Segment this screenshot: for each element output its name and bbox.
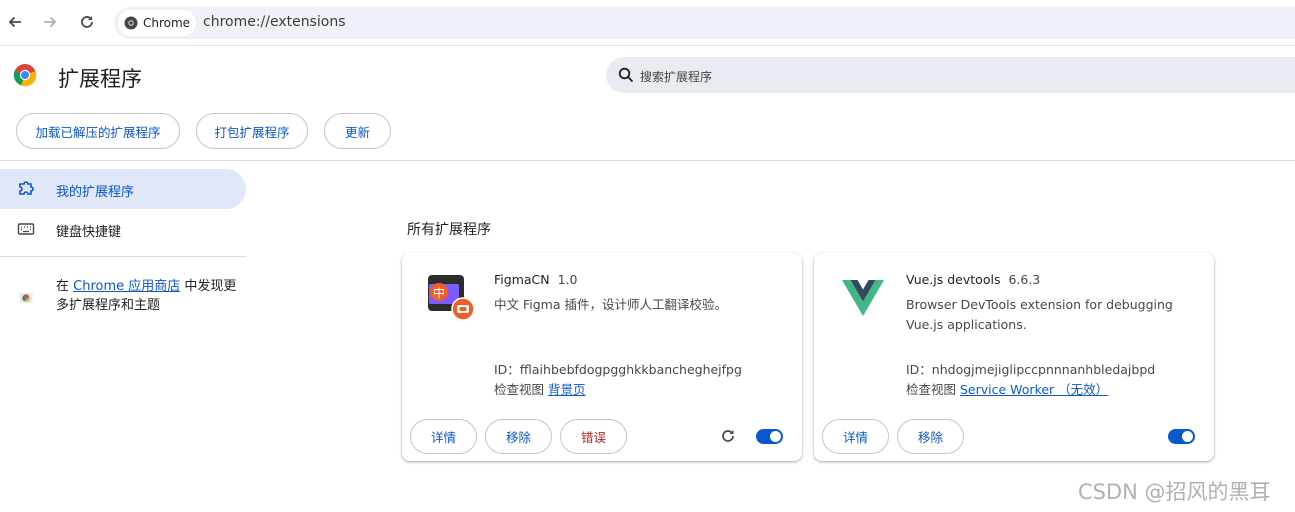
remove-button[interactable]: 移除 bbox=[485, 419, 552, 454]
browser-toolbar: Chrome chrome://extensions bbox=[0, 0, 1295, 46]
vue-logo-icon bbox=[842, 280, 884, 316]
background-page-link[interactable]: 背景页 bbox=[548, 382, 586, 397]
extension-name: Vue.js devtools 6.6.3 bbox=[906, 272, 1040, 287]
forward-arrow-icon bbox=[44, 16, 57, 28]
extension-version: 1.0 bbox=[557, 272, 578, 287]
inspect-views: 检查视图 背景页 bbox=[494, 379, 586, 398]
inspect-views-label: 检查视图 bbox=[494, 382, 548, 397]
search-icon bbox=[618, 67, 634, 83]
site-chip-label: Chrome bbox=[143, 16, 191, 30]
keyboard-icon bbox=[17, 223, 35, 235]
web-store-icon bbox=[19, 293, 33, 303]
url-text[interactable]: chrome://extensions bbox=[203, 14, 346, 30]
forward-button[interactable] bbox=[39, 11, 61, 33]
extension-description: 中文 Figma 插件，设计师人工翻译校验。 bbox=[494, 297, 727, 312]
svg-text:中: 中 bbox=[433, 285, 445, 300]
inspect-views: 检查视图 Service Worker （无效） bbox=[906, 379, 1108, 398]
web-store-link[interactable]: Chrome 应用商店 bbox=[73, 279, 180, 294]
reload-button[interactable] bbox=[76, 11, 98, 33]
reload-extension-icon[interactable] bbox=[719, 427, 737, 445]
extension-id: ID：fflaihbebfdogpgghkkbancheghejfpg bbox=[494, 362, 742, 377]
chrome-logo-icon bbox=[13, 64, 37, 87]
web-store-promo: 在 Chrome 应用商店 中发现更多扩展程序和主题 bbox=[56, 277, 246, 315]
inspect-views-label: 检查视图 bbox=[906, 382, 960, 397]
back-button[interactable] bbox=[4, 11, 26, 33]
toggle-knob bbox=[1182, 431, 1193, 442]
store-prefix: 在 bbox=[56, 279, 74, 294]
header-divider bbox=[0, 160, 1295, 161]
extension-card-vue-devtools: Vue.js devtools 6.6.3 Browser DevTools ex… bbox=[814, 253, 1214, 461]
sidebar-divider bbox=[0, 256, 246, 257]
reload-icon bbox=[81, 16, 93, 28]
watermark: CSDN @招风的黑耳 bbox=[1078, 480, 1271, 504]
figmacn-logo-icon: 中 bbox=[428, 275, 475, 321]
extension-description: Browser DevTools extension for debugging… bbox=[906, 297, 1173, 332]
service-worker-link[interactable]: Service Worker （无效） bbox=[960, 382, 1108, 397]
extension-name-text: Vue.js devtools bbox=[906, 272, 1001, 287]
extension-card-figmacn: 中 FigmaCN 1.0 中文 Figma 插件，设计师人工翻译校验。 ID：f… bbox=[402, 253, 802, 461]
enable-toggle[interactable] bbox=[1168, 429, 1195, 444]
remove-button[interactable]: 移除 bbox=[897, 419, 964, 454]
extension-name: FigmaCN 1.0 bbox=[494, 272, 578, 287]
details-button[interactable]: 详情 bbox=[822, 419, 889, 454]
load-unpacked-button[interactable]: 加载已解压的扩展程序 bbox=[16, 113, 180, 149]
sidebar-item-my-extensions[interactable]: 我的扩展程序 bbox=[0, 169, 246, 209]
sidebar-item-label: 我的扩展程序 bbox=[56, 185, 135, 200]
search-input[interactable]: 搜索扩展程序 bbox=[640, 68, 712, 85]
sidebar-item-keyboard-shortcuts[interactable]: 键盘快捷键 bbox=[0, 209, 246, 249]
back-arrow-icon bbox=[8, 16, 21, 28]
update-button[interactable]: 更新 bbox=[324, 113, 391, 149]
details-button[interactable]: 详情 bbox=[410, 419, 477, 454]
section-title: 所有扩展程序 bbox=[407, 222, 491, 238]
sidebar-item-label: 键盘快捷键 bbox=[56, 225, 122, 240]
extension-version: 6.6.3 bbox=[1008, 272, 1041, 287]
address-bar[interactable]: Chrome chrome://extensions bbox=[114, 7, 1295, 39]
toggle-knob bbox=[770, 431, 781, 442]
pack-extension-button[interactable]: 打包扩展程序 bbox=[196, 113, 308, 149]
search-bar[interactable]: 搜索扩展程序 bbox=[606, 57, 1295, 93]
extension-id: ID：nhdogjmejiglipccpnnnanhbledajbpd bbox=[906, 362, 1156, 377]
site-chip[interactable]: Chrome bbox=[118, 10, 196, 36]
errors-button[interactable]: 错误 bbox=[560, 419, 627, 454]
enable-toggle[interactable] bbox=[756, 429, 783, 444]
page-title: 扩展程序 bbox=[58, 67, 142, 91]
puzzle-icon bbox=[19, 181, 34, 195]
extension-name-text: FigmaCN bbox=[494, 272, 550, 287]
chrome-logo-icon bbox=[124, 16, 138, 30]
